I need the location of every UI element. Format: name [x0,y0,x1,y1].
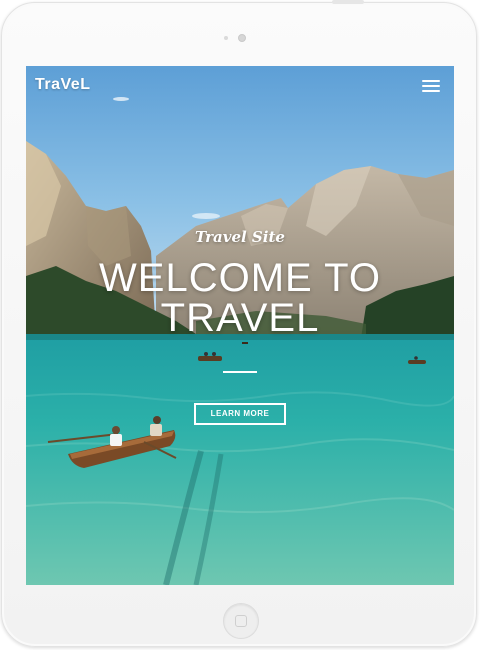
hero-tagline: Travel Site [195,228,285,246]
front-camera [238,34,246,42]
power-button [332,0,364,4]
tablet-screen: TraVeL Travel Site WELCOME TO TRAVEL LEA… [26,66,454,585]
home-button[interactable] [223,603,259,639]
hero-headline: WELCOME TO TRAVEL [26,258,454,338]
learn-more-button[interactable]: LEARN MORE [194,403,286,425]
home-square-icon [235,615,247,627]
brand-logo[interactable]: TraVeL [35,76,90,94]
hero-divider [223,371,257,373]
light-sensor [224,36,228,40]
headline-line-2: TRAVEL [160,296,320,340]
menu-bar [422,90,440,92]
headline-line-1: WELCOME TO [99,256,381,300]
menu-bar [422,80,440,82]
menu-bar [422,85,440,87]
hamburger-menu-icon[interactable] [422,80,440,94]
